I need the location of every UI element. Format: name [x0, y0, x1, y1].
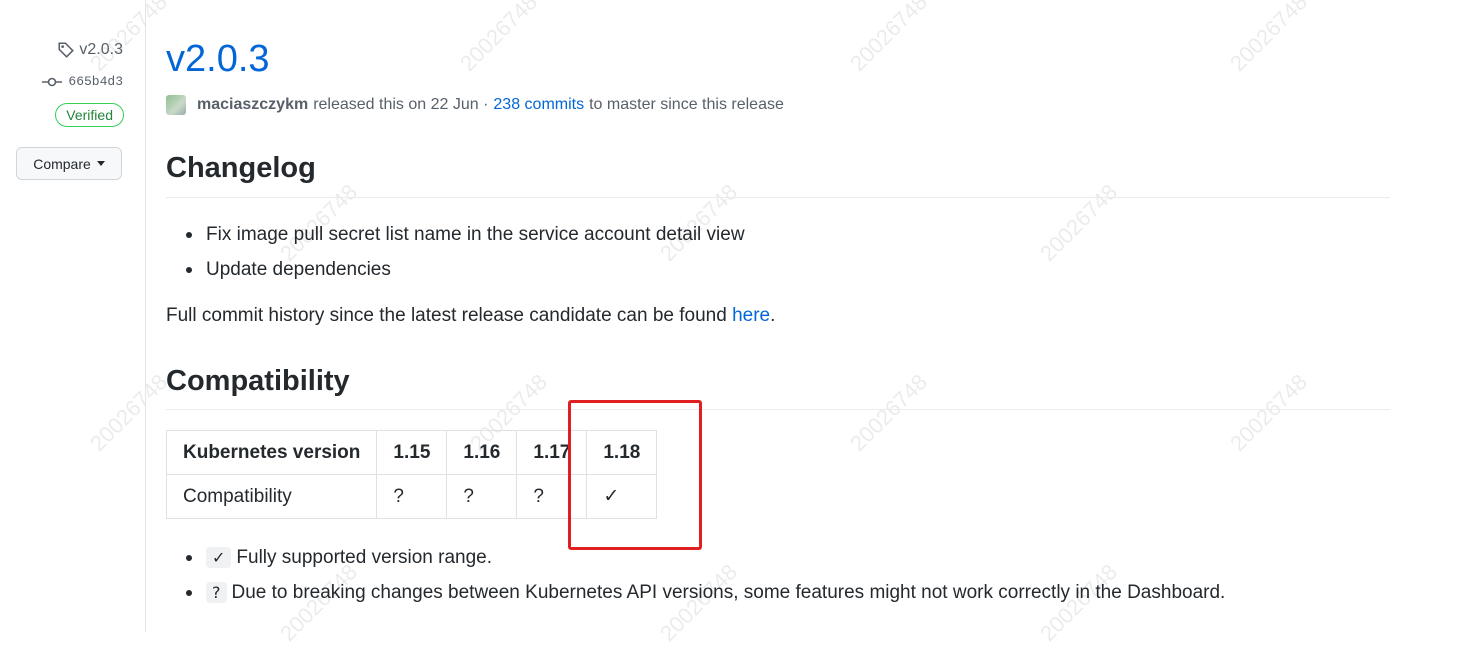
watermark: 20026748 [845, 369, 933, 457]
compare-button[interactable]: Compare [16, 147, 122, 180]
commits-link[interactable]: 238 commits [493, 96, 584, 114]
watermark: 20026748 [1225, 369, 1313, 457]
list-item: Fix image pull secret list name in the s… [184, 217, 745, 252]
divider [166, 197, 1390, 198]
watermark: 20026748 [1035, 179, 1123, 267]
compatibility-legend: ✓ Fully supported version range. ? Due to … [184, 540, 1225, 610]
watermark: 20026748 [845, 0, 933, 77]
since-text: to master since this release [589, 96, 784, 113]
release-sidebar: v2.0.3 665b4d3 Verified Compare [0, 0, 146, 632]
highlight-box [568, 400, 702, 550]
commit-link[interactable]: 665b4d3 [42, 74, 123, 89]
list-item: ? Due to breaking changes between Kuberne… [184, 575, 1225, 610]
table-header: 1.16 [446, 430, 518, 475]
verified-badge[interactable]: Verified [55, 103, 124, 127]
author-link[interactable]: maciaszczykm [197, 96, 308, 114]
release-title[interactable]: v2.0.3 [166, 36, 270, 82]
release-meta: maciaszczykm released this on 22 Jun · 2… [166, 95, 784, 115]
table-header: 1.15 [376, 430, 448, 475]
legend-text: Due to breaking changes between Kubernet… [231, 582, 1226, 603]
tag-icon [58, 42, 75, 58]
avatar[interactable] [166, 95, 186, 115]
tag-link[interactable]: v2.0.3 [57, 41, 123, 59]
history-paragraph: Full commit history since the latest rel… [166, 305, 775, 327]
commit-icon [42, 77, 63, 86]
changelog-list: Fix image pull secret list name in the s… [184, 217, 745, 287]
table-cell: Compatibility [165, 474, 378, 519]
legend-text: Fully supported version range. [236, 547, 492, 568]
check-symbol: ✓ [206, 547, 232, 568]
table-cell: ? [446, 474, 518, 519]
watermark: 20026748 [1225, 0, 1313, 77]
compare-label: Compare [33, 155, 91, 172]
history-end: . [770, 305, 776, 326]
commit-hash: 665b4d3 [68, 74, 123, 89]
tag-label: v2.0.3 [79, 41, 123, 58]
here-link[interactable]: here [732, 305, 770, 326]
changelog-heading: Changelog [166, 152, 316, 184]
list-item: ✓ Fully supported version range. [184, 540, 1225, 575]
chevron-down-icon [96, 161, 105, 166]
table-cell: ? [376, 474, 448, 519]
sidebar-divider [145, 0, 146, 632]
question-symbol: ? [206, 582, 227, 603]
list-item: Update dependencies [184, 252, 745, 287]
compatibility-heading: Compatibility [166, 365, 350, 397]
history-text: Full commit history since the latest rel… [166, 305, 733, 326]
released-text: released this on 22 Jun · [313, 96, 489, 113]
table-header: Kubernetes version [165, 430, 378, 475]
divider [166, 409, 1390, 410]
watermark: 20026748 [455, 0, 543, 77]
